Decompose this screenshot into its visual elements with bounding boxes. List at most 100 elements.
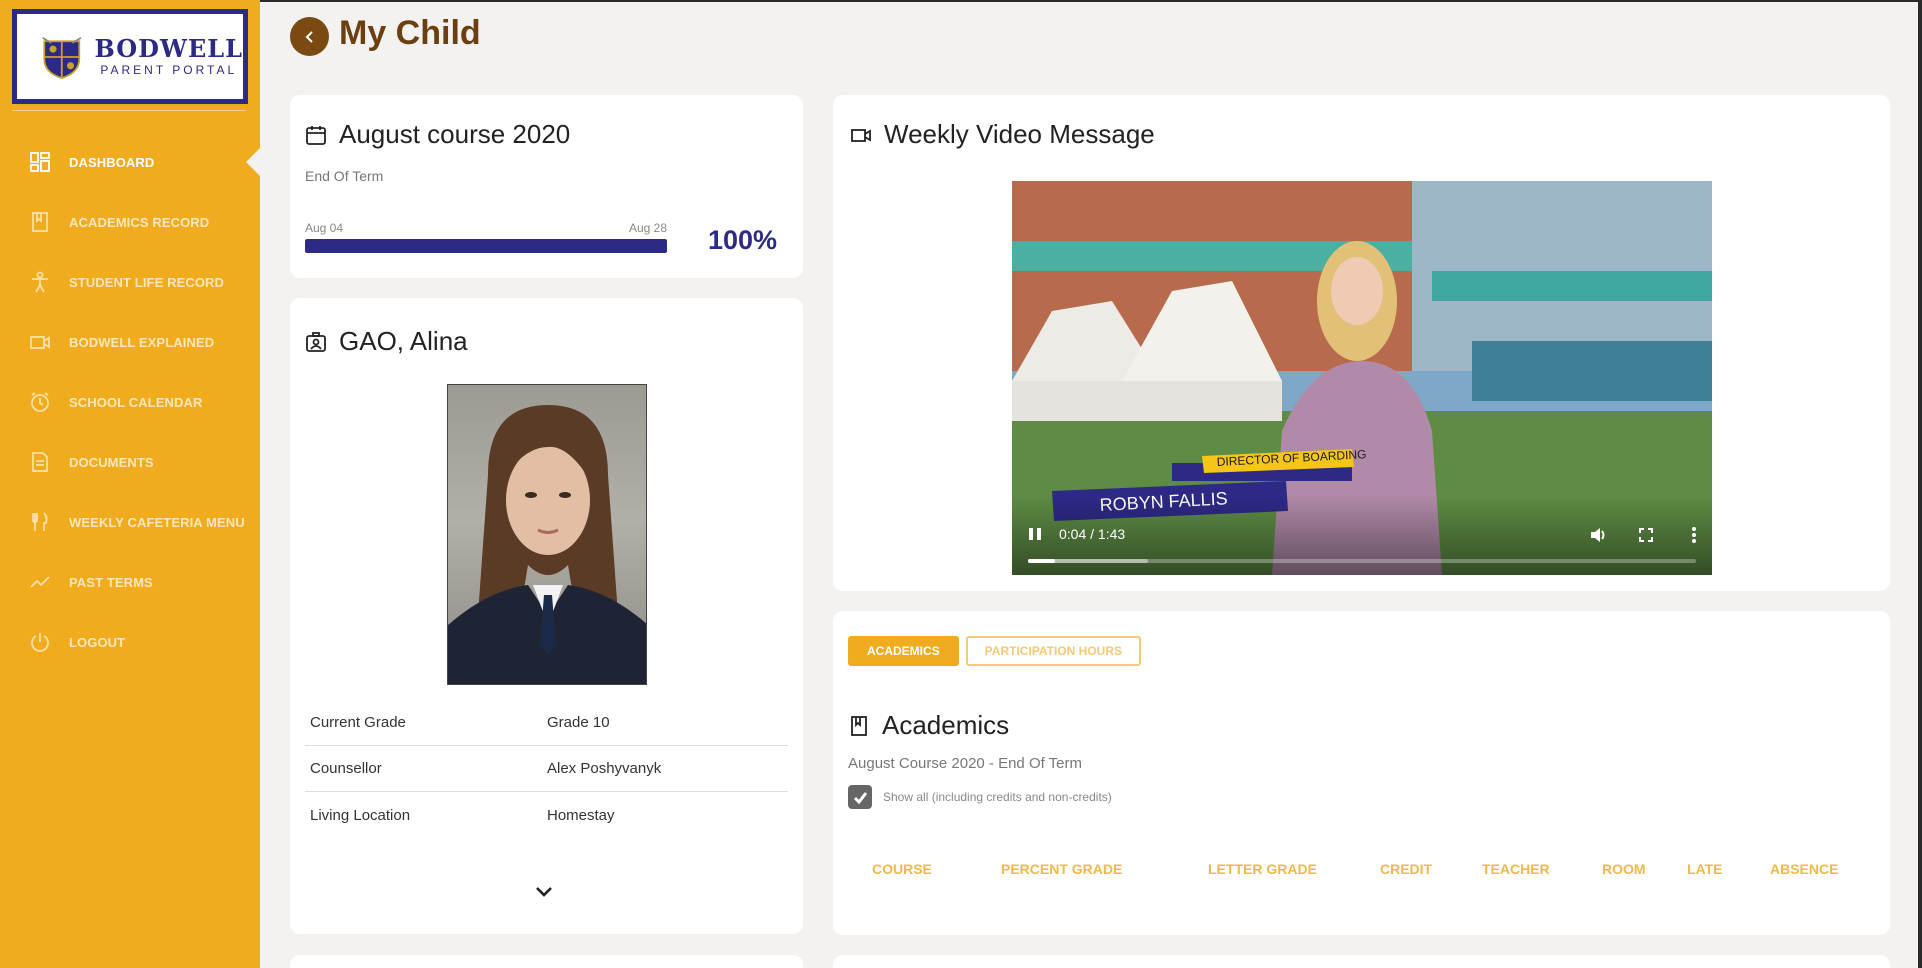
book-icon <box>851 715 867 736</box>
sidebar-item-label: WEEKLY CAFETERIA MENU <box>69 514 245 530</box>
video-camera-icon <box>29 331 51 353</box>
next-card-left <box>290 955 803 968</box>
power-icon <box>29 631 51 653</box>
column-percent-grade[interactable]: PERCENT GRADE <box>1001 861 1122 877</box>
column-credit[interactable]: CREDIT <box>1380 861 1432 877</box>
volume-icon <box>1591 528 1605 542</box>
info-value: Alex Poshyvanyk <box>547 760 662 777</box>
progress-dates: Aug 04 Aug 28 <box>305 221 667 235</box>
sidebar-item-bodwell-explained[interactable]: BODWELL EXPLAINED <box>0 312 260 372</box>
tab-participation-hours[interactable]: PARTICIPATION HOURS <box>965 636 1142 666</box>
book-icon <box>29 211 51 233</box>
expand-button[interactable] <box>532 884 562 904</box>
info-label: Current Grade <box>310 714 406 731</box>
column-room[interactable]: ROOM <box>1602 861 1646 877</box>
video-card-title: Weekly Video Message <box>850 119 1873 150</box>
video-player[interactable]: DIRECTOR OF BOARDING ROBYN FALLIS 0:04 /… <box>1012 181 1712 575</box>
window-edge-right <box>1918 0 1922 968</box>
progress-percent: 100% <box>707 225 777 255</box>
video-time: 0:04 / 1:43 <box>1059 526 1126 542</box>
academics-table-header: COURSE PERCENT GRADE LETTER GRADE CREDIT… <box>848 861 1875 883</box>
fullscreen-icon <box>1639 528 1653 542</box>
sidebar-item-label: DASHBOARD <box>69 154 155 170</box>
person-icon <box>29 271 51 293</box>
logo-subtitle: PARENT PORTAL <box>100 62 238 77</box>
fork-knife-icon <box>29 511 51 533</box>
column-letter-grade[interactable]: LETTER GRADE <box>1208 861 1317 877</box>
trend-line-icon <box>29 571 51 593</box>
academics-tabs: ACADEMICS PARTICIPATION HOURS <box>848 636 1875 666</box>
column-late[interactable]: LATE <box>1687 861 1723 877</box>
sidebar-item-label: LOGOUT <box>69 634 126 650</box>
info-value: Grade 10 <box>547 714 610 731</box>
id-badge-icon <box>306 331 326 352</box>
term-progress: Aug 04 Aug 28 <box>305 221 667 253</box>
sidebar-item-label: SCHOOL CALENDAR <box>69 394 203 410</box>
checkmark-icon <box>853 791 867 804</box>
academics-title: Academics <box>848 710 1875 741</box>
sidebar-item-label: BODWELL EXPLAINED <box>69 334 215 350</box>
course-card-title: August course 2020 <box>305 119 788 150</box>
sidebar-item-academics-record[interactable]: ACADEMICS RECORD <box>0 192 260 252</box>
document-icon <box>29 451 51 473</box>
info-value: Homestay <box>547 806 615 824</box>
video-controls: 0:04 / 1:43 <box>1012 495 1712 575</box>
sidebar-item-dashboard[interactable]: DASHBOARD <box>0 132 260 192</box>
show-all-label: Show all (including credits and non-cred… <box>883 790 1112 804</box>
active-indicator <box>246 148 260 176</box>
video-played <box>1028 559 1055 563</box>
sidebar-item-label: DOCUMENTS <box>69 454 154 470</box>
pause-button[interactable] <box>1026 525 1044 543</box>
info-row-current-grade: Current Grade Grade 10 <box>305 700 788 746</box>
dashboard-icon <box>29 151 51 173</box>
alarm-clock-icon <box>29 391 51 413</box>
chevron-down-icon <box>536 887 552 897</box>
student-photo <box>447 384 647 685</box>
sidebar-item-label: ACADEMICS RECORD <box>69 214 210 230</box>
column-course[interactable]: COURSE <box>872 861 932 877</box>
show-all-toggle: Show all (including credits and non-cred… <box>848 785 1875 809</box>
volume-button[interactable] <box>1588 525 1608 545</box>
logo-divider <box>12 110 246 111</box>
sidebar-item-student-life-record[interactable]: STUDENT LIFE RECORD <box>0 252 260 312</box>
show-all-checkbox[interactable] <box>848 785 872 809</box>
academics-card: ACADEMICS PARTICIPATION HOURS Academics … <box>833 611 1890 935</box>
course-card: August course 2020 End Of Term Aug 04 Au… <box>290 95 803 278</box>
start-date: Aug 04 <box>305 221 344 235</box>
more-vertical-icon <box>1692 527 1696 543</box>
logo-title: BODWELL <box>94 33 243 63</box>
video-camera-icon <box>851 128 871 142</box>
info-row-living-location: Living Location Homestay <box>305 792 788 838</box>
video-seek-bar[interactable] <box>1028 559 1696 563</box>
more-options-button[interactable] <box>1684 525 1704 545</box>
student-info-table: Current Grade Grade 10 Counsellor Alex P… <box>305 700 788 838</box>
academics-subtitle: August Course 2020 - End Of Term <box>848 755 1083 772</box>
logo-text: BODWELL PARENT PORTAL <box>94 33 243 78</box>
progress-fill <box>305 239 667 253</box>
back-button[interactable] <box>290 17 329 56</box>
video-card: Weekly Video Message DIRECTOR OF BOARDIN… <box>833 95 1890 591</box>
chevron-left-icon <box>305 30 313 43</box>
info-row-counsellor: Counsellor Alex Poshyvanyk <box>305 746 788 792</box>
sidebar-item-weekly-cafeteria-menu[interactable]: WEEKLY CAFETERIA MENU <box>0 492 260 552</box>
column-teacher[interactable]: TEACHER <box>1482 861 1550 877</box>
logo[interactable]: BODWELL PARENT PORTAL <box>12 9 248 104</box>
sidebar-item-documents[interactable]: DOCUMENTS <box>0 432 260 492</box>
student-card: GAO, Alina Current Grade Grade 10 Counse… <box>290 298 803 934</box>
progress-track <box>305 239 667 253</box>
tab-academics[interactable]: ACADEMICS <box>848 636 959 666</box>
next-card-right <box>833 955 1890 968</box>
fullscreen-button[interactable] <box>1636 525 1656 545</box>
page-title: My Child <box>339 14 481 52</box>
crest-icon <box>42 36 82 79</box>
video-title: Weekly Video Message <box>884 119 1155 149</box>
sidebar-item-past-terms[interactable]: PAST TERMS <box>0 552 260 612</box>
column-absence[interactable]: ABSENCE <box>1770 861 1838 877</box>
sidebar-item-school-calendar[interactable]: SCHOOL CALENDAR <box>0 372 260 432</box>
student-name: GAO, Alina <box>339 326 468 356</box>
info-label: Counsellor <box>310 760 382 777</box>
course-title: August course 2020 <box>339 119 571 149</box>
sidebar-item-logout[interactable]: LOGOUT <box>0 612 260 672</box>
logo-inner: BODWELL PARENT PORTAL <box>17 14 243 99</box>
sidebar-nav: DASHBOARD ACADEMICS RECORD STUDENT LIFE … <box>0 132 260 672</box>
